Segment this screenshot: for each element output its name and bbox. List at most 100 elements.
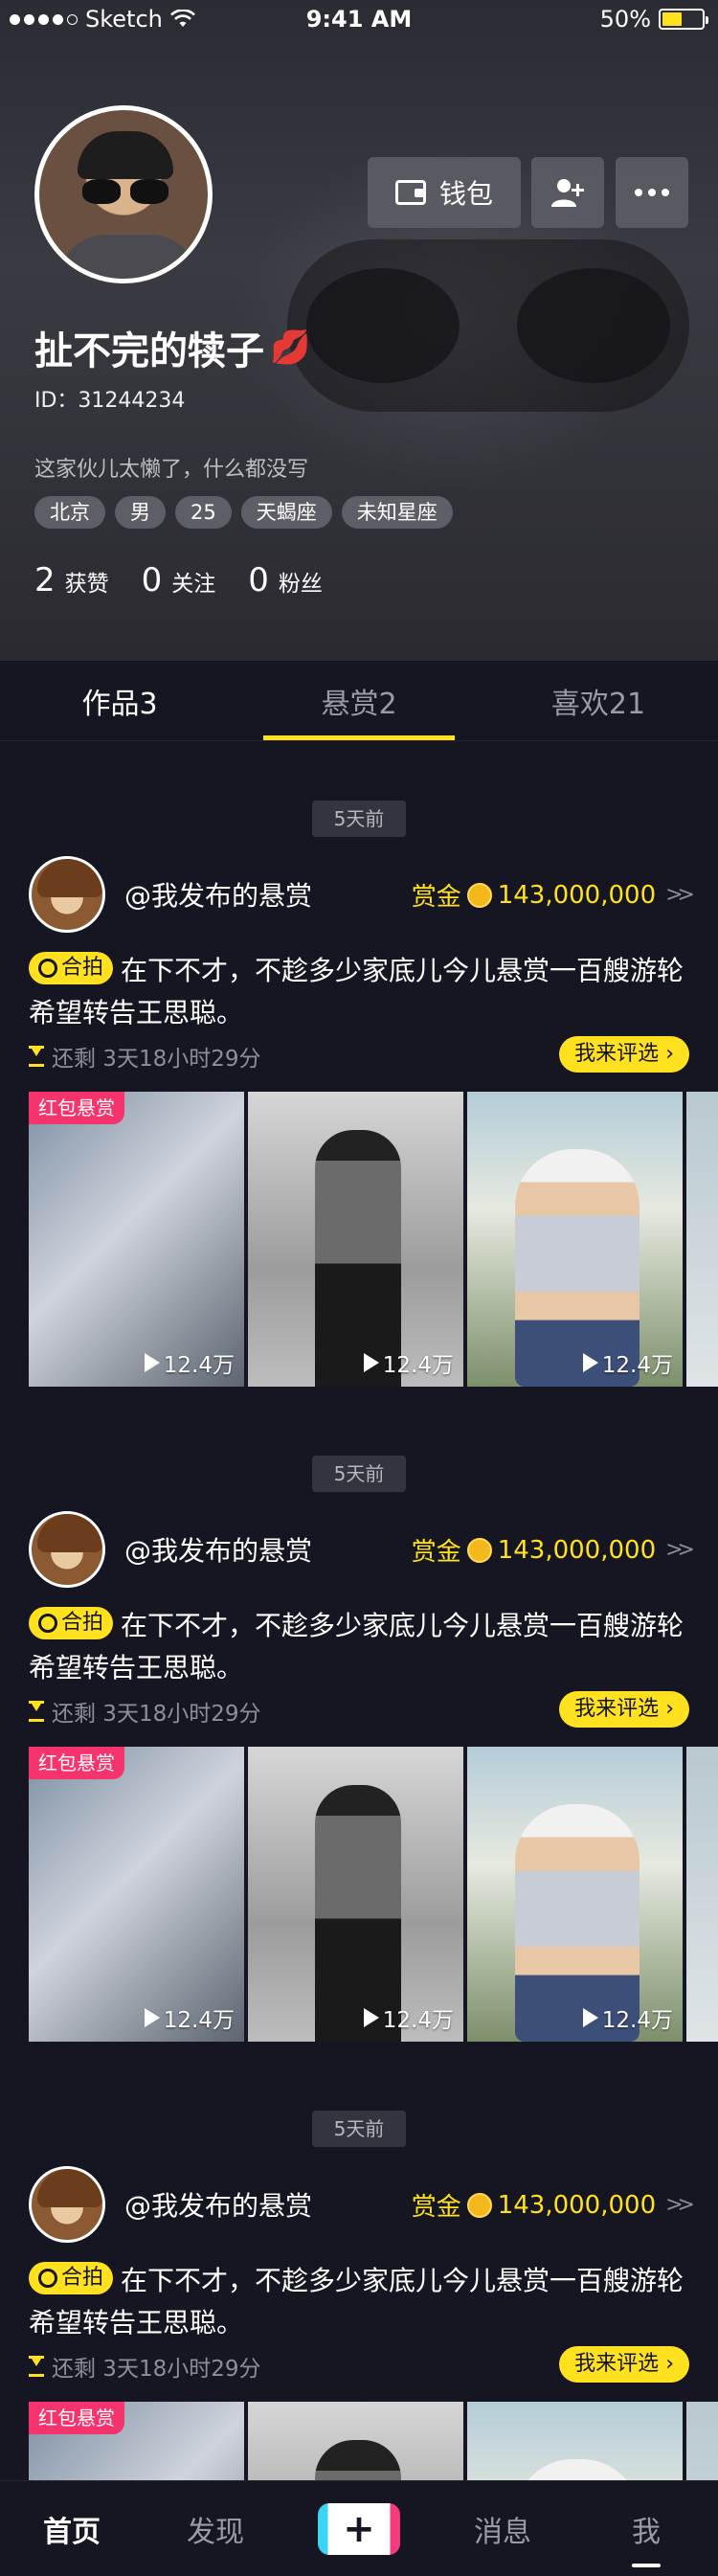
bounty-amount[interactable]: 赏金 143,000,000 >> <box>412 2187 695 2223</box>
red-packet-badge: 红包悬赏 <box>29 1092 124 1124</box>
view-count: 12.4万 <box>363 1346 454 1379</box>
tabbar-messages[interactable]: 消息 <box>431 2508 574 2550</box>
video-thumbnail[interactable]: 12.4万 <box>467 1747 683 2042</box>
post-username[interactable]: @我发布的悬赏 <box>124 2185 312 2224</box>
video-thumbnails: 红包悬赏 12.4万 12.4万 12.4万 <box>29 1747 718 2042</box>
play-icon <box>363 1353 379 1372</box>
post-avatar[interactable] <box>29 1511 105 1588</box>
tab-likes-label: 喜欢21 <box>550 687 646 721</box>
tabbar-me-label: 我 <box>632 2515 661 2549</box>
video-thumbnail[interactable]: 12.4万 <box>248 1747 463 2042</box>
bounty-value: 143,000,000 <box>497 2190 657 2220</box>
video-thumbnail[interactable] <box>467 2402 683 2480</box>
battery-icon <box>659 9 708 30</box>
bounty-amount[interactable]: 赏金 143,000,000 >> <box>411 877 695 913</box>
time-remaining: 还剩 3天18小时29分 <box>29 2350 260 2383</box>
view-count: 12.4万 <box>582 2001 673 2034</box>
tabbar-create[interactable]: + <box>287 2502 431 2555</box>
video-thumbnail[interactable]: 红包悬赏 <box>29 2402 244 2480</box>
video-thumbnail[interactable]: 12.4万 <box>467 1092 683 1387</box>
play-icon <box>582 2008 598 2027</box>
duet-icon <box>38 2269 57 2288</box>
tabbar-messages-label: 消息 <box>474 2515 531 2549</box>
view-count: 12.4万 <box>363 2001 454 2034</box>
stat-following-count: 0 <box>141 561 163 599</box>
tab-bounties[interactable]: 悬赏2 <box>239 661 479 740</box>
user-id: ID：31244234 <box>34 389 186 413</box>
post-time: 5天前 <box>312 1456 406 1492</box>
judge-button-label: 我来评选 <box>574 1697 660 1721</box>
coin-icon <box>466 1537 492 1563</box>
chevron-right-icon: › <box>665 1697 674 1721</box>
post-username[interactable]: @我发布的悬赏 <box>124 875 312 914</box>
create-button[interactable]: + <box>318 2502 400 2555</box>
video-thumbnail[interactable]: 红包悬赏 12.4万 <box>29 1747 244 2042</box>
tag-location: 北京 <box>34 496 105 529</box>
tabbar-home-label: 首页 <box>43 2515 101 2549</box>
judge-button[interactable]: 我来评选 › <box>559 1036 689 1073</box>
duet-badge[interactable]: 合拍 <box>29 1607 114 1639</box>
post-avatar[interactable] <box>29 856 105 933</box>
post-text: 合拍 在下不才，不趁多少家底儿今儿悬赏一百艘游轮希望转告王思聪。 <box>29 950 691 1034</box>
duet-badge[interactable]: 合拍 <box>29 2262 114 2294</box>
bounty-amount[interactable]: 赏金 143,000,000 >> <box>412 1532 695 1568</box>
chevron-right-icon: › <box>665 2352 674 2376</box>
more-button[interactable] <box>616 157 688 228</box>
video-thumbnail-partial[interactable] <box>686 1747 718 2042</box>
stat-likes[interactable]: 2 获赞 <box>34 561 109 599</box>
tabbar-discover-label: 发现 <box>187 2515 244 2549</box>
view-count: 12.4万 <box>144 2001 235 2034</box>
red-packet-badge: 红包悬赏 <box>29 1747 124 1779</box>
lips-icon: 💋 <box>270 328 311 367</box>
video-thumbnail[interactable]: 红包悬赏 12.4万 <box>29 1092 244 1387</box>
stat-likes-count: 2 <box>34 561 56 599</box>
stat-likes-label: 获赞 <box>64 572 109 597</box>
post-text: 合拍 在下不才，不趁多少家底儿今儿悬赏一百艘游轮希望转告王思聪。 <box>29 1605 691 1689</box>
more-icon <box>635 189 669 196</box>
duet-badge[interactable]: 合拍 <box>29 952 114 984</box>
judge-button[interactable]: 我来评选 › <box>559 2346 689 2383</box>
view-count-text: 12.4万 <box>601 2008 673 2033</box>
bounty-post: 5天前 @我发布的悬赏 赏金 143,000,000 >> 合拍 在下不才，不趁多… <box>0 2111 718 2480</box>
bounty-value: 143,000,000 <box>497 880 657 910</box>
stat-following[interactable]: 0 关注 <box>142 561 216 599</box>
time-remaining-text: 还剩 3天18小时29分 <box>52 1047 261 1072</box>
avatar[interactable] <box>34 105 213 283</box>
tabbar-discover[interactable]: 发现 <box>144 2508 287 2550</box>
judge-button[interactable]: 我来评选 › <box>559 1691 689 1728</box>
tabbar-home[interactable]: 首页 <box>0 2508 144 2550</box>
add-friend-button[interactable] <box>531 157 604 228</box>
video-thumbnail-partial[interactable] <box>686 2402 718 2480</box>
status-bar: Sketch 9:41 AM 50% <box>0 0 718 38</box>
post-username[interactable]: @我发布的悬赏 <box>124 1530 312 1569</box>
tag-constellation: 未知星座 <box>341 496 453 529</box>
bounty-label: 赏金 <box>411 883 461 912</box>
content-tabs: 作品3 悬赏2 喜欢21 <box>0 661 718 741</box>
time-remaining-text: 还剩 3天18小时29分 <box>52 2357 261 2382</box>
post-avatar[interactable] <box>29 2166 105 2243</box>
tab-likes[interactable]: 喜欢21 <box>479 661 718 740</box>
tab-works[interactable]: 作品3 <box>0 661 239 740</box>
tab-active-underline <box>263 735 455 740</box>
time-remaining: 还剩 3天18小时29分 <box>29 1695 260 1728</box>
play-icon <box>363 2008 379 2027</box>
video-thumbnail-partial[interactable] <box>686 1092 718 1387</box>
duet-icon <box>38 1614 57 1633</box>
post-body: 在下不才，不趁多少家底儿今儿悬赏一百艘游轮希望转告王思聪。 <box>29 2265 684 2339</box>
stat-followers[interactable]: 0 粉丝 <box>248 561 323 599</box>
judge-button-label: 我来评选 <box>574 1042 660 1066</box>
duet-label: 合拍 <box>61 1611 104 1635</box>
tag-zodiac: 天蝎座 <box>240 496 332 529</box>
double-chevron-icon: >> <box>665 883 695 907</box>
play-icon <box>144 2008 160 2027</box>
wallet-button[interactable]: 钱包 <box>368 157 521 228</box>
stat-followers-label: 粉丝 <box>278 572 323 597</box>
time-remaining: 还剩 3天18小时29分 <box>29 1040 260 1073</box>
video-thumbnail[interactable]: 12.4万 <box>248 1092 463 1387</box>
tabbar-me[interactable]: 我 <box>574 2508 718 2567</box>
judge-button-label: 我来评选 <box>574 2352 660 2376</box>
post-body: 在下不才，不趁多少家底儿今儿悬赏一百艘游轮希望转告王思聪。 <box>29 1610 684 1683</box>
video-thumbnail[interactable] <box>248 2402 463 2480</box>
add-user-icon <box>551 179 584 207</box>
hourglass-icon <box>29 1701 44 1722</box>
